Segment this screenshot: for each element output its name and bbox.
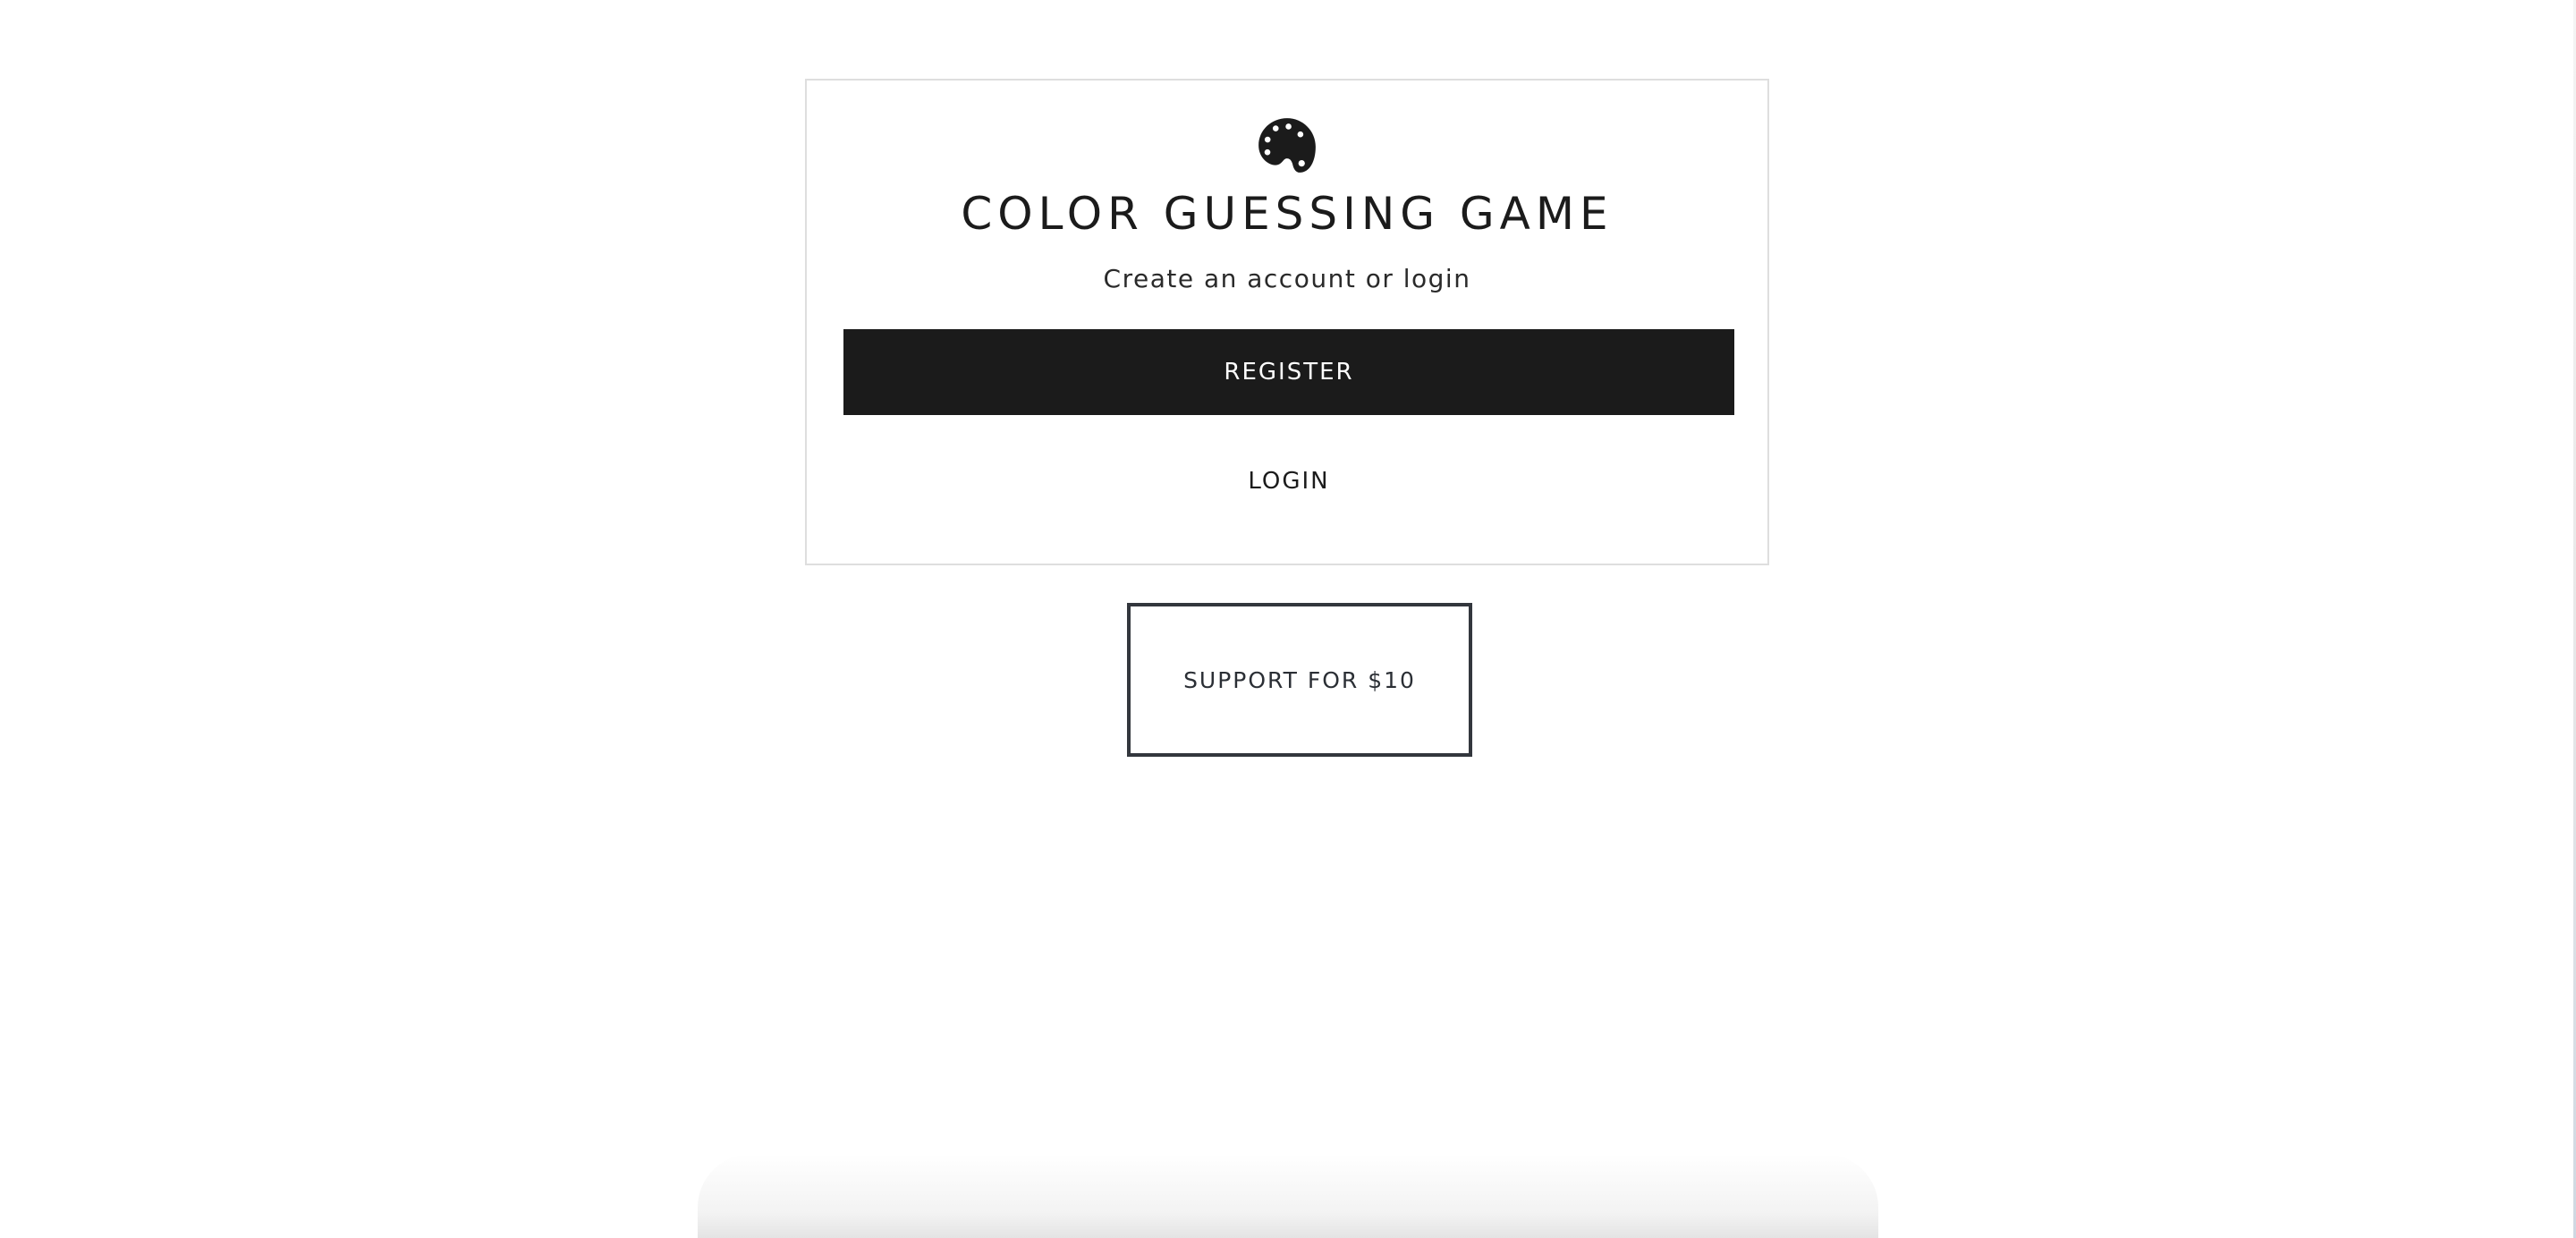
page-subtitle: Create an account or login xyxy=(1103,264,1471,293)
page: COLOR GUESSING GAME Create an account or… xyxy=(0,0,2576,1238)
login-button[interactable]: LOGIN xyxy=(843,438,1734,524)
register-button[interactable]: REGISTER xyxy=(843,329,1734,415)
page-title: COLOR GUESSING GAME xyxy=(961,188,1614,240)
auth-card: COLOR GUESSING GAME Create an account or… xyxy=(805,79,1769,565)
support-button[interactable]: SUPPORT FOR $10 xyxy=(1127,603,1472,757)
bottom-shadow xyxy=(698,1154,1878,1238)
palette-icon xyxy=(1258,118,1316,173)
